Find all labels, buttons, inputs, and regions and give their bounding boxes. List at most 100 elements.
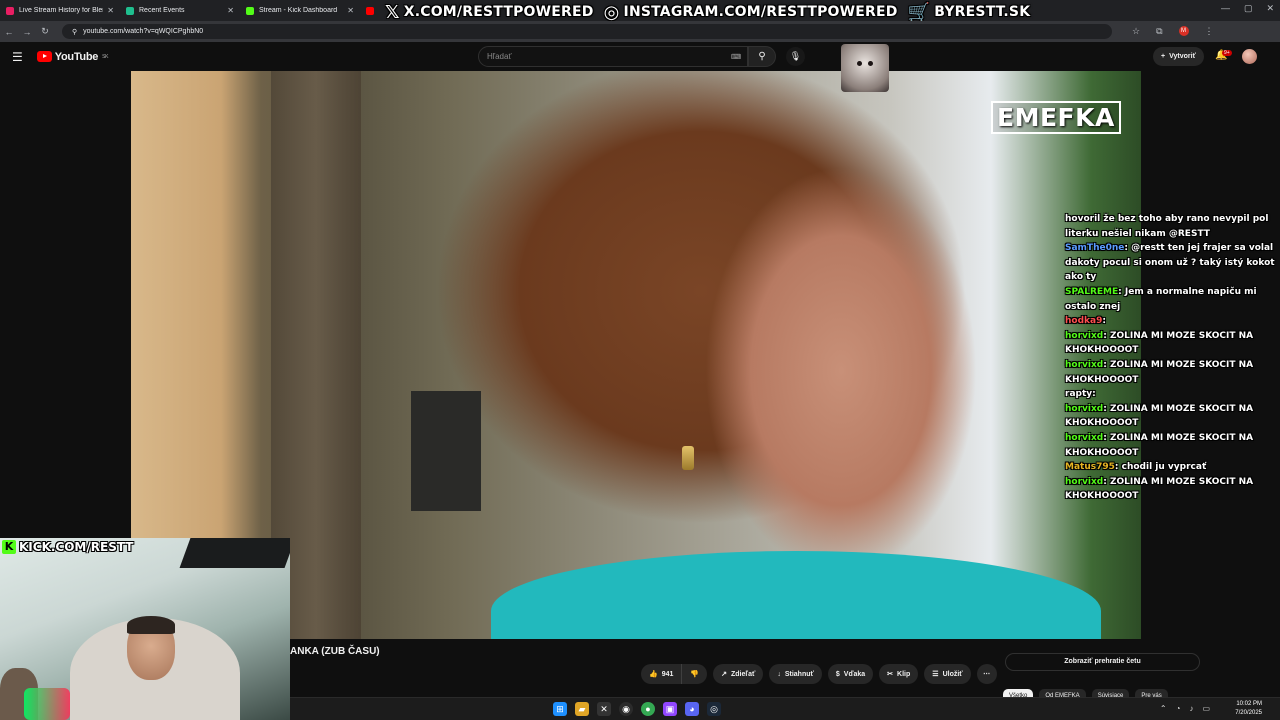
chat-username[interactable]: SamThe0ne — [1065, 243, 1124, 253]
tab-title: Stream - Kick Dashboard — [259, 7, 338, 14]
youtube-logo[interactable]: YouTube SK — [36, 51, 109, 63]
minimize-icon[interactable]: — — [1221, 3, 1230, 14]
chat-username[interactable]: Matus795 — [1065, 462, 1115, 472]
url-text: youtube.com/watch?v=qWQICPghbN0 — [83, 28, 204, 35]
show-chat-replay-button[interactable]: Zobraziť prehratie četu — [1005, 653, 1200, 671]
close-icon[interactable]: ✕ — [227, 6, 234, 15]
close-window-icon[interactable]: ✕ — [1266, 3, 1274, 14]
chat-username[interactable]: horvixd — [1065, 404, 1103, 414]
network-icon[interactable]: ◔ — [1176, 704, 1181, 713]
x-logo-icon: 𝕏 — [385, 1, 400, 23]
browser-tab[interactable]: Recent Events ✕ — [120, 0, 240, 21]
channel-watermark: EMEFKA — [991, 101, 1121, 134]
region-code: SK — [102, 53, 109, 60]
more-button[interactable]: ⋯ — [976, 664, 997, 684]
taskbar-clock[interactable]: 10:02 PM 7/20/2025 — [1235, 700, 1262, 718]
chat-username[interactable]: horvixd — [1065, 477, 1103, 487]
maximize-icon[interactable]: ▢ — [1244, 3, 1253, 14]
chat-message: horvixd: ZOLINA MI MOZE SKOCIT NA KHOKHO… — [1065, 329, 1275, 358]
toolbar-actions: ☆ ⧉ M ⋮ — [1132, 26, 1214, 37]
twitch-icon[interactable]: ▣ — [663, 702, 677, 716]
address-bar[interactable]: ⚲ youtube.com/watch?v=qWQICPghbN0 — [62, 24, 1112, 39]
steam-icon[interactable]: ◎ — [707, 702, 721, 716]
chat-username[interactable]: horvixd — [1065, 331, 1103, 341]
chrome-icon[interactable]: ● — [641, 702, 655, 716]
close-icon[interactable]: ✕ — [347, 6, 354, 15]
promo-instagram: ◎ INSTAGRAM.COM/RESTTPOWERED — [604, 2, 898, 23]
browser-toolbar: ← → ↻ ⚲ youtube.com/watch?v=qWQICPghbN0 … — [0, 21, 1280, 42]
plus-icon: + — [1161, 53, 1166, 60]
search-button[interactable]: ⚲ — [748, 46, 776, 67]
clip-label: Klip — [897, 670, 911, 678]
folder-icon[interactable]: ▰ — [575, 702, 589, 716]
chat-text: chodil ju vyprcať — [1121, 462, 1207, 473]
terminal-icon[interactable]: ✕ — [597, 702, 611, 716]
save-button[interactable]: ☰ Uložiť — [924, 664, 971, 684]
chat-separator: : — [1103, 432, 1110, 443]
chat-message: rapty: — [1065, 387, 1275, 402]
thanks-button[interactable]: $ Vďaka — [827, 664, 874, 684]
chat-username[interactable]: horvixd — [1065, 360, 1103, 370]
dislike-button[interactable]: 👎 — [682, 664, 708, 684]
windows-icon[interactable]: ⊞ — [553, 702, 567, 716]
chat-separator: : — [1103, 403, 1110, 414]
chat-message: hodka9: — [1065, 314, 1275, 329]
search-input[interactable]: Hľadať — [478, 46, 748, 67]
download-icon: ↓ — [777, 670, 781, 678]
chat-message: horvixd: ZOLINA MI MOZE SKOCIT NA KHOKHO… — [1065, 402, 1275, 431]
menu-icon[interactable]: ☰ — [12, 50, 23, 64]
forward-icon[interactable]: → — [18, 27, 36, 37]
mic-icon: 🎙 — [789, 51, 802, 61]
site-info-icon[interactable]: ⚲ — [72, 28, 77, 36]
chat-username[interactable]: hodka9 — [1065, 316, 1102, 326]
like-dislike-group: 👍 941 👎 — [641, 664, 708, 684]
discord-icon[interactable]: ◕ — [685, 702, 699, 716]
promo-shop-text: BYRESTT.SK — [934, 4, 1031, 20]
promo-x: 𝕏 X.COM/RESTTPOWERED — [385, 2, 594, 23]
bookmark-icon[interactable]: ☆ — [1132, 26, 1140, 37]
chat-username[interactable]: SPALREME — [1065, 287, 1118, 297]
browser-tab[interactable] — [360, 0, 380, 21]
download-button[interactable]: ↓ Stiahnuť — [769, 664, 822, 684]
kick-url-text: KICK.COM/RESTT — [19, 540, 134, 554]
create-label: Vytvoriť — [1169, 53, 1196, 60]
battery-icon[interactable]: ▭ — [1202, 704, 1210, 713]
search-icon: ⚲ — [758, 51, 766, 62]
share-icon: ↗ — [721, 671, 727, 678]
system-tray: ⌃ ◔ ♪ ▭ — [1160, 704, 1210, 713]
close-icon[interactable]: ✕ — [107, 6, 114, 15]
chat-separator: : — [1102, 316, 1106, 327]
chat-message: horvixd: ZOLINA MI MOZE SKOCIT NA KHOKHO… — [1065, 431, 1275, 460]
webcam-person-hair — [127, 616, 175, 634]
chat-separator: : — [1114, 462, 1122, 473]
profile-avatar[interactable]: M — [1178, 26, 1189, 36]
create-button[interactable]: + Vytvoriť — [1153, 47, 1204, 66]
share-button[interactable]: ↗ Zdieľať — [713, 664, 764, 684]
kick-channel-label: K KICK.COM/RESTT — [2, 540, 134, 554]
chat-username[interactable]: horvixd — [1065, 433, 1103, 443]
account-avatar[interactable] — [1242, 49, 1257, 64]
youtube-masthead: ☰ YouTube SK Hľadať ⌨ ⚲ 🎙 + Vytvoriť 🔔 — [0, 42, 1280, 71]
browser-tab[interactable]: Stream - Kick Dashboard ✕ — [240, 0, 360, 21]
keyboard-icon[interactable]: ⌨ — [731, 53, 741, 61]
reload-icon[interactable]: ↻ — [36, 26, 54, 37]
promo-shop: 🛒 BYRESTT.SK — [908, 2, 1031, 23]
menu-kebab-icon[interactable]: ⋮ — [1205, 26, 1214, 37]
browser-tab[interactable]: Live Stream History for Blerp St ✕ — [0, 0, 120, 21]
chat-separator: : — [1103, 330, 1110, 341]
like-button[interactable]: 👍 941 — [641, 664, 683, 684]
volume-icon[interactable]: ♪ — [1189, 704, 1193, 713]
obs-icon[interactable]: ◉ — [619, 702, 633, 716]
chat-message: horvixd: ZOLINA MI MOZE SKOCIT NA KHOKHO… — [1065, 358, 1275, 387]
clip-button[interactable]: ✂ Klip — [879, 664, 919, 684]
chat-message: horvixd: ZOLINA MI MOZE SKOCIT NA KHOKHO… — [1065, 475, 1275, 504]
back-icon[interactable]: ← — [0, 27, 18, 37]
instagram-icon: ◎ — [603, 1, 620, 23]
voice-search-button[interactable]: 🎙 — [786, 47, 805, 66]
tab-title: Recent Events — [139, 7, 185, 14]
chevron-up-icon[interactable]: ⌃ — [1160, 704, 1167, 713]
extensions-icon[interactable]: ⧉ — [1156, 26, 1162, 37]
stream-sticker-image — [841, 44, 889, 92]
save-label: Uložiť — [942, 670, 963, 678]
chat-username[interactable]: rapty — [1065, 389, 1092, 399]
